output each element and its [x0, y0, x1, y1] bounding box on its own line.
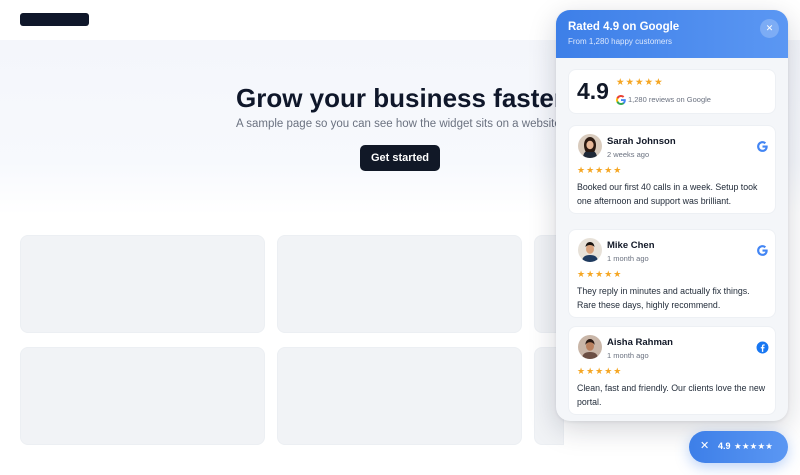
review-card: Mike Chen 1 month ago ★★★★★ They reply i… — [568, 229, 776, 318]
get-started-button[interactable]: Get started — [360, 145, 440, 171]
review-stars: ★★★★★ — [577, 165, 623, 175]
review-time: 1 month ago — [607, 351, 649, 360]
review-time: 1 month ago — [607, 254, 649, 263]
widget-subtitle: From 1,280 happy customers — [568, 37, 673, 46]
review-text: Booked our first 40 calls in a week. Set… — [577, 182, 758, 206]
reviews-widget: Rated 4.9 on Google From 1,280 happy cus… — [556, 10, 788, 421]
reviews-launcher-button[interactable]: ✕ 4.9 ★★★★★ — [689, 431, 788, 463]
launcher-stars: ★★★★★ — [734, 441, 774, 451]
placeholder-card — [20, 235, 265, 333]
google-icon — [757, 245, 768, 256]
google-icon — [757, 141, 768, 152]
site-logo[interactable] — [20, 13, 89, 26]
rating-score: 4.9 — [577, 78, 609, 104]
placeholder-card — [277, 235, 522, 333]
rating-summary: 4.9 ★★★★★ 1,280 reviews on Google — [568, 69, 776, 114]
review-stars: ★★★★★ — [577, 269, 623, 279]
placeholder-card — [20, 347, 265, 445]
avatar — [578, 238, 602, 262]
reviewer-name: Aisha Rahman — [607, 337, 673, 348]
reviewer-name: Mike Chen — [607, 240, 655, 251]
google-icon — [616, 95, 626, 105]
review-text: They reply in minutes and actually fix t… — [577, 286, 750, 310]
review-card: Sarah Johnson 2 weeks ago ★★★★★ Booked o… — [568, 125, 776, 214]
review-card: Aisha Rahman 1 month ago ★★★★★ Clean, fa… — [568, 326, 776, 415]
close-icon[interactable]: ✕ — [760, 19, 779, 38]
review-stars: ★★★★★ — [577, 366, 623, 376]
rating-stars: ★★★★★ — [616, 77, 664, 88]
avatar — [578, 335, 602, 359]
avatar — [578, 134, 602, 158]
launcher-score: 4.9 — [718, 441, 731, 451]
widget-title: Rated 4.9 on Google — [568, 21, 680, 33]
reviewer-name: Sarah Johnson — [607, 136, 676, 147]
widget-header: Rated 4.9 on Google From 1,280 happy cus… — [556, 10, 788, 58]
close-icon[interactable]: ✕ — [700, 439, 709, 452]
facebook-icon — [756, 341, 769, 354]
review-time: 2 weeks ago — [607, 150, 650, 159]
placeholder-card — [277, 347, 522, 445]
review-text: Clean, fast and friendly. Our clients lo… — [577, 383, 766, 407]
review-count: 1,280 reviews on Google — [628, 95, 711, 104]
